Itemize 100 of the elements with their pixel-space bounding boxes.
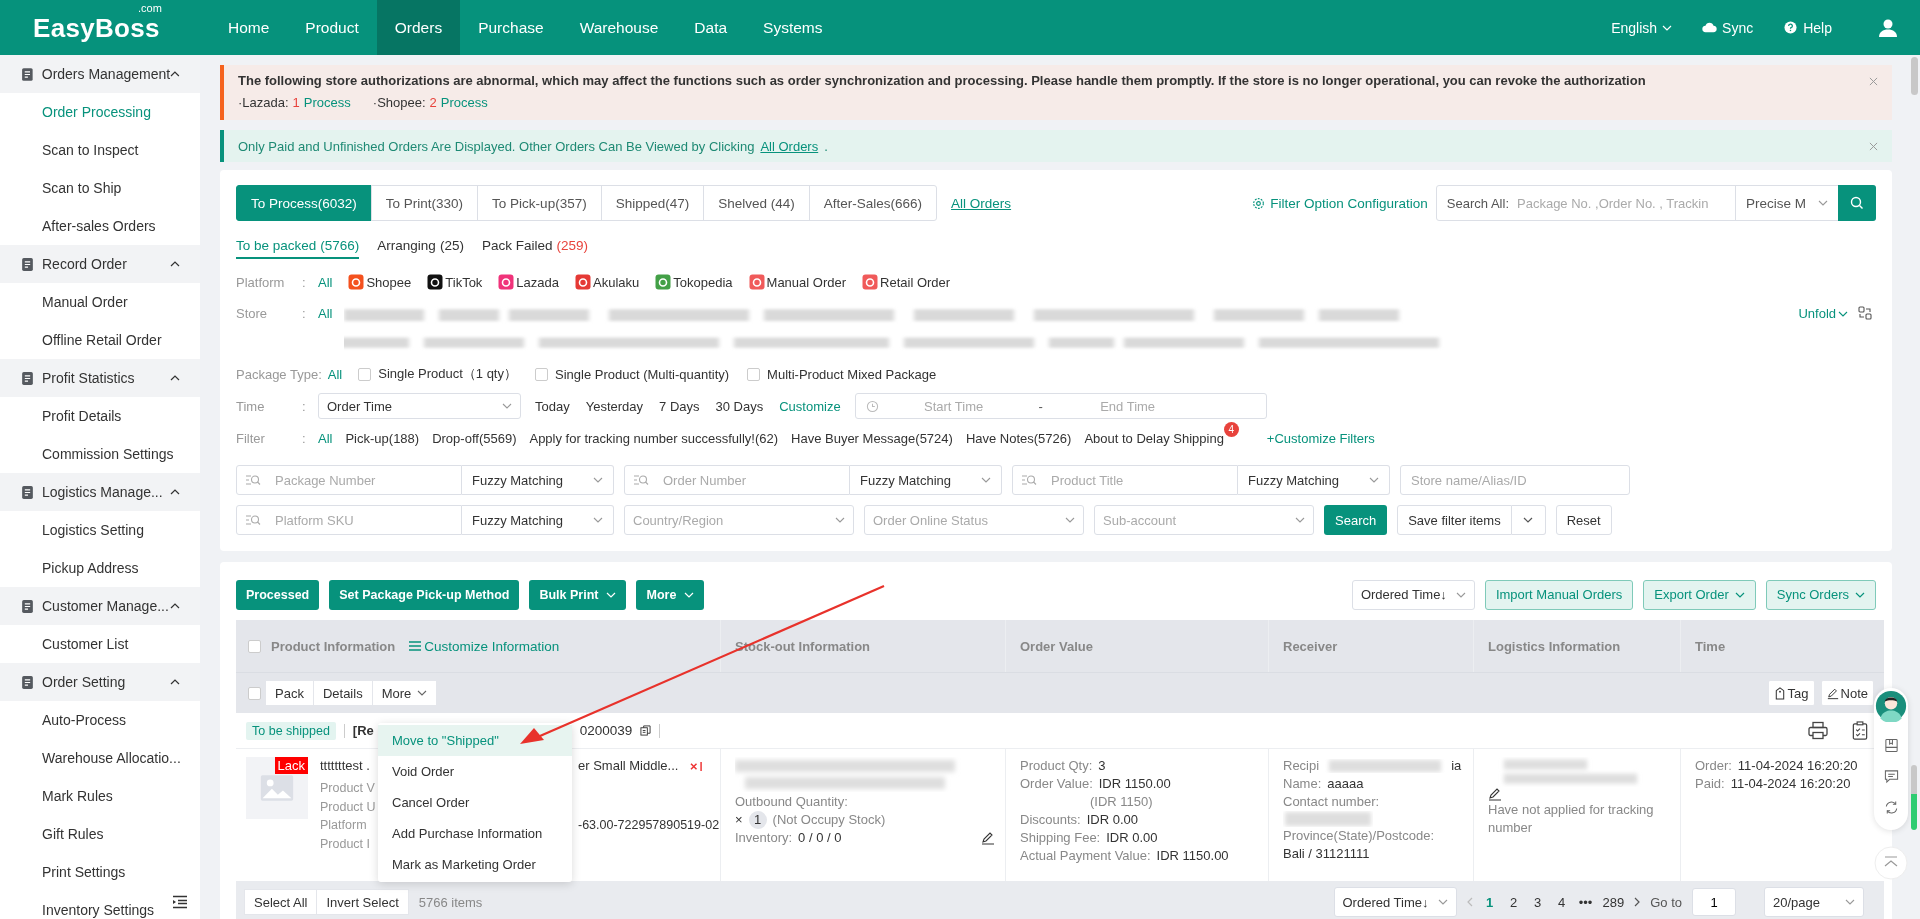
tag-button[interactable]: Tag	[1767, 680, 1815, 706]
checkbox[interactable]	[747, 367, 761, 381]
sidebar-item[interactable]: Scan to Inspect	[0, 131, 200, 169]
save-filter-button[interactable]: Save filter items	[1397, 505, 1512, 535]
nav-tab[interactable]: Systems	[745, 0, 841, 55]
sidebar-item[interactable]: Inventory Settings	[0, 891, 200, 919]
checkbox[interactable]	[534, 367, 548, 381]
toolbar-button[interactable]: Set Package Pick-up Method	[329, 579, 520, 610]
sub-tab[interactable]: Pack Failed (259)	[481, 233, 588, 259]
nav-tab[interactable]: Product	[287, 0, 377, 55]
status-tab[interactable]: Shipped(47)	[600, 185, 705, 221]
sort-select[interactable]: Ordered Time↓	[1351, 579, 1475, 610]
toolbar-button[interactable]: Sync Orders	[1765, 579, 1876, 610]
copy-icon[interactable]	[640, 725, 652, 736]
platform-option[interactable]: All	[318, 274, 333, 290]
nav-tab[interactable]: Warehouse	[561, 0, 677, 55]
nav-tab[interactable]: Data	[676, 0, 746, 55]
platform-option[interactable]: Shopee	[348, 274, 412, 290]
sidebar-group-header[interactable]: Customer Manage...	[0, 587, 200, 625]
sidebar-item[interactable]: Commission Settings	[0, 435, 200, 473]
note-button[interactable]: Note	[1820, 680, 1874, 706]
sidebar-group-header[interactable]: Orders Management	[0, 55, 200, 93]
package-action-button[interactable]: Details	[312, 680, 373, 706]
sidebar-item[interactable]: Customer List	[0, 625, 200, 663]
checkbox[interactable]	[358, 367, 372, 381]
status-tab[interactable]: To Process(6032)	[236, 185, 372, 221]
sidebar-item[interactable]: Pickup Address	[0, 549, 200, 587]
sidebar-item[interactable]: Manual Order	[0, 283, 200, 321]
package-action-button[interactable]: More	[371, 680, 438, 706]
customize-filters-link[interactable]: +Customize Filters	[1266, 430, 1375, 446]
menu-item[interactable]: Void Order	[378, 756, 572, 787]
filter-option[interactable]: Drop-off(5569)	[432, 430, 517, 446]
sub-tab[interactable]: To be packed (5766)	[236, 233, 360, 259]
checkbox[interactable]	[248, 639, 261, 653]
customize-link[interactable]: Customize	[779, 398, 841, 414]
store-option[interactable]: All	[318, 306, 333, 321]
filter-option[interactable]: All	[318, 430, 333, 446]
filter-option[interactable]: Have Buyer Message(5724)	[791, 430, 953, 446]
platform-option[interactable]: Retail Order	[862, 274, 951, 290]
match-select[interactable]: Fuzzy Matching	[462, 465, 614, 495]
next-page-icon[interactable]	[1634, 897, 1641, 907]
sidebar-item[interactable]: Auto-Process	[0, 701, 200, 739]
time-preset[interactable]: 30 Days	[715, 398, 764, 414]
nav-tab[interactable]: Home	[210, 0, 288, 55]
reset-button[interactable]: Reset	[1555, 505, 1612, 535]
toolbar-button[interactable]: Import Manual Orders	[1484, 579, 1634, 610]
filter-option[interactable]: Apply for tracking number successfully!(62)	[529, 430, 778, 446]
match-select[interactable]: Fuzzy Matching	[462, 505, 614, 535]
help-button[interactable]: Help	[1783, 19, 1832, 36]
user-icon[interactable]	[1878, 17, 1898, 38]
page-link[interactable]: 4	[1554, 894, 1569, 910]
status-tab[interactable]: To Print(330)	[370, 185, 479, 221]
toolbar-button[interactable]: Bulk Print	[529, 579, 627, 610]
date-range-field[interactable]: Start Time - End Time	[854, 393, 1267, 419]
page-link[interactable]: 3	[1530, 894, 1545, 910]
menu-item[interactable]: Add Purchase Information	[378, 818, 572, 849]
unfold-link[interactable]: Unfold	[1798, 306, 1848, 321]
page-size-select[interactable]: 20/page	[1764, 887, 1864, 917]
toolbar-button[interactable]: More	[636, 579, 705, 610]
sidebar-item[interactable]: Offline Retail Order	[0, 321, 200, 359]
sidebar-item[interactable]: Warehouse Allocatio...	[0, 739, 200, 777]
sidebar-group-header[interactable]: Order Setting	[0, 663, 200, 701]
refresh-icon[interactable]	[1883, 800, 1899, 815]
checklist-icon[interactable]	[1850, 721, 1870, 740]
platform-option[interactable]: Lazada	[498, 274, 559, 290]
menu-item[interactable]: Cancel Order	[378, 787, 572, 818]
filter-config-link[interactable]: Filter Option Configuration	[1252, 195, 1428, 211]
sort-select[interactable]: Ordered Time↓	[1333, 887, 1457, 917]
sub-tab[interactable]: Arranging (25)	[377, 233, 464, 259]
sidebar-item[interactable]: Gift Rules	[0, 815, 200, 853]
menu-item[interactable]: Mark as Marketing Order	[378, 849, 572, 880]
time-type-select[interactable]: Order Time	[318, 393, 521, 419]
platform-option[interactable]: TikTok	[427, 274, 483, 290]
sidebar-item[interactable]: After-sales Orders	[0, 207, 200, 245]
checkbox[interactable]	[248, 686, 261, 700]
nav-tab[interactable]: Orders	[376, 0, 461, 55]
scrollbar[interactable]	[1911, 57, 1918, 95]
menu-item[interactable]: Move to "Shipped"	[378, 725, 572, 756]
pencil-icon[interactable]	[981, 831, 995, 845]
platform-option[interactable]: Tokopedia	[655, 274, 733, 290]
sidebar-group-header[interactable]: Logistics Manage...	[0, 473, 200, 511]
avatar-icon[interactable]	[1875, 690, 1907, 722]
package-type-option[interactable]: All	[327, 366, 343, 382]
page-link[interactable]: 289	[1602, 894, 1625, 910]
filter-option[interactable]: About to Delay Shipping	[1084, 430, 1224, 446]
status-tab[interactable]: Shelved (44)	[703, 185, 810, 221]
time-preset[interactable]: 7 Days	[659, 398, 700, 414]
all-orders-link[interactable]: All Orders	[951, 195, 1012, 211]
language-dropdown[interactable]: English	[1611, 19, 1673, 36]
status-tab[interactable]: To Pick-up(357)	[477, 185, 602, 221]
sidebar-item[interactable]: Logistics Setting	[0, 511, 200, 549]
sync-button[interactable]: Sync	[1702, 19, 1754, 36]
page-link[interactable]: •••	[1578, 894, 1593, 910]
sidebar-item[interactable]: Print Settings	[0, 853, 200, 891]
invert-select-button[interactable]: Invert Select	[316, 889, 409, 915]
time-preset[interactable]: Today	[535, 398, 570, 414]
chat-icon[interactable]	[1883, 769, 1899, 784]
platform-option[interactable]: Manual Order	[748, 274, 847, 290]
platform-option[interactable]: Akulaku	[575, 274, 640, 290]
nav-tab[interactable]: Purchase	[460, 0, 562, 55]
